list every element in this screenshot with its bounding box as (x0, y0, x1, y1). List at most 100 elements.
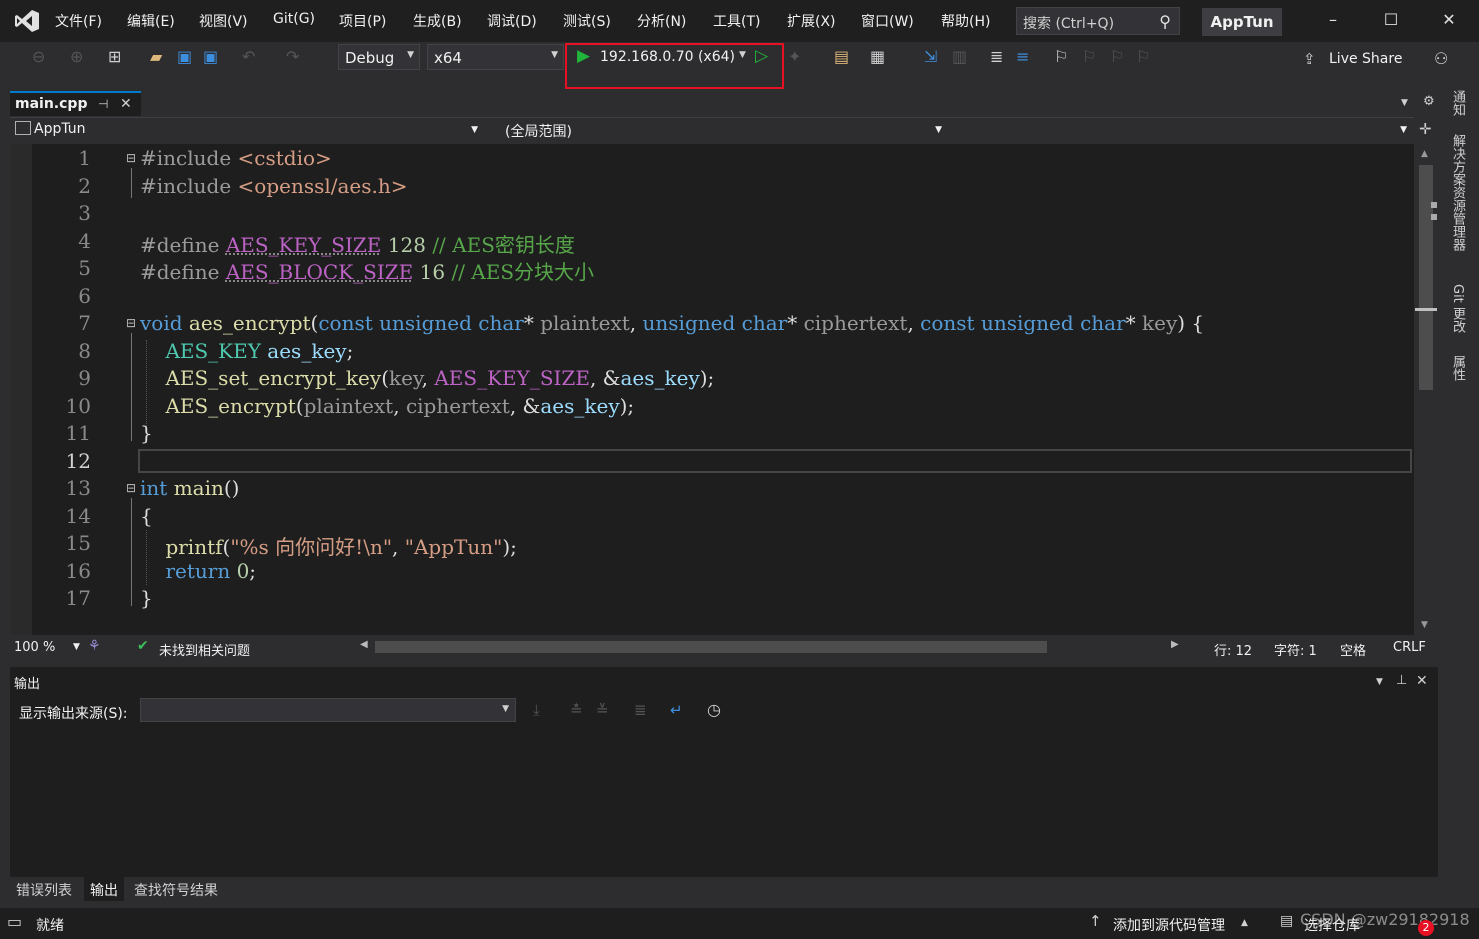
open-folder-icon[interactable]: ▰ (150, 47, 162, 66)
new-item-icon[interactable]: ⊞ (108, 47, 121, 66)
undo-icon[interactable]: ↶ (242, 47, 255, 66)
scroll-right-icon[interactable]: ▶ (1171, 639, 1179, 650)
rail-tab-git-changes[interactable]: Git 更改 (1448, 284, 1467, 333)
platform-dropdown[interactable]: x64 ▼ (427, 44, 564, 70)
menu-git[interactable]: Git(G) (273, 11, 315, 27)
menu-build[interactable]: 生成(B) (413, 11, 462, 31)
chevron-down-icon[interactable]: ▼ (73, 642, 80, 652)
tab-list-icon[interactable]: ▼ (1401, 98, 1408, 108)
rail-tab-notifications[interactable]: 通知 (1448, 90, 1467, 116)
chevron-down-icon[interactable]: ▼ (1376, 677, 1383, 687)
search-input[interactable]: 搜索 (Ctrl+Q) ⚲ (1016, 7, 1180, 35)
output-window-icon[interactable]: ▭ (7, 912, 22, 931)
minimize-icon[interactable]: – (1323, 10, 1343, 29)
clock-icon[interactable]: ◷ (707, 700, 721, 719)
menu-debug[interactable]: 调试(D) (487, 11, 537, 31)
add-to-source-control-button[interactable]: 添加到源代码管理 (1113, 915, 1225, 935)
comment-icon[interactable]: ≣ (990, 47, 1003, 66)
prev-message-icon[interactable]: ≛ (570, 701, 583, 719)
repository-icon[interactable]: ▤ (1280, 913, 1293, 929)
menu-bar: 文件(F) 编辑(E) 视图(V) Git(G) 项目(P) 生成(B) 调试(… (0, 0, 1479, 42)
layout-icon[interactable]: ▦ (870, 47, 885, 66)
gear-icon[interactable]: ⚙ (1423, 94, 1435, 109)
live-share-button[interactable]: Live Share (1329, 51, 1402, 67)
rail-tab-properties[interactable]: 属性 (1448, 355, 1467, 381)
scroll-up-icon[interactable]: ▲ (1421, 149, 1428, 159)
start-without-debugging-icon[interactable]: ▷ (755, 46, 768, 66)
char-indicator[interactable]: 字符: 1 (1274, 640, 1317, 659)
menu-help[interactable]: 帮助(H) (941, 11, 990, 31)
menu-extensions[interactable]: 扩展(X) (787, 11, 836, 31)
line-number: 6 (78, 284, 91, 308)
zoom-level[interactable]: 100 % (14, 640, 55, 655)
chevron-down-icon: ▼ (407, 50, 414, 60)
redo-icon[interactable]: ↷ (286, 47, 299, 66)
clear-bookmarks-icon[interactable]: ⚐ (1136, 47, 1150, 66)
save-icon[interactable]: ▣ (177, 47, 192, 66)
pin-icon[interactable]: ⊣ (98, 97, 108, 111)
find-message-icon[interactable]: ⤓ (533, 701, 540, 719)
tab-main-cpp[interactable]: main.cpp ⊣ ✕ (10, 91, 141, 116)
tab-find-symbol-results[interactable]: 查找符号结果 (134, 880, 218, 900)
menu-test[interactable]: 测试(S) (563, 11, 611, 31)
menu-tools[interactable]: 工具(T) (713, 11, 760, 31)
line-ending-indicator[interactable]: CRLF (1393, 640, 1426, 655)
bookmark-icon[interactable]: ⚐ (1054, 47, 1068, 66)
menu-file[interactable]: 文件(F) (55, 11, 102, 31)
code-line: { (140, 504, 153, 528)
clear-all-icon[interactable]: ≣ (634, 701, 647, 719)
account-icon[interactable]: ⚇ (1434, 49, 1448, 68)
menu-analyze[interactable]: 分析(N) (637, 11, 686, 31)
chevron-down-icon[interactable]: ▼ (739, 50, 746, 60)
format-icon[interactable]: ▥ (952, 47, 967, 66)
close-icon[interactable]: ✕ (1439, 10, 1459, 29)
rail-tab-solution-explorer[interactable]: 解决方案资源管理器 (1448, 134, 1467, 251)
search-placeholder: 搜索 (Ctrl+Q) (1023, 16, 1115, 32)
collapse-icon[interactable]: ⊟ (126, 481, 136, 495)
arrow-up-icon[interactable]: ↑ (1089, 912, 1102, 930)
configuration-dropdown[interactable]: Debug ▼ (338, 44, 420, 70)
collapse-icon[interactable]: ⊟ (126, 151, 136, 165)
close-tab-icon[interactable]: ✕ (120, 96, 132, 112)
line-indicator[interactable]: 行: 12 (1214, 640, 1252, 659)
next-bookmark-icon[interactable]: ⚐ (1110, 47, 1124, 66)
close-icon[interactable]: ✕ (1416, 673, 1428, 689)
issues-status[interactable]: 未找到相关问题 (159, 640, 250, 659)
prev-bookmark-icon[interactable]: ⚐ (1082, 47, 1096, 66)
member-dropdown[interactable]: ▼ (950, 121, 1407, 142)
menu-window[interactable]: 窗口(W) (861, 11, 914, 31)
whitespace-indicator[interactable]: 空格 (1340, 640, 1366, 659)
menu-project[interactable]: 项目(P) (339, 11, 386, 31)
tab-title: main.cpp (15, 96, 88, 112)
chevron-up-icon[interactable]: ▲ (1241, 918, 1248, 928)
tab-error-list[interactable]: 错误列表 (16, 880, 72, 900)
hot-reload-icon[interactable]: ✦ (788, 47, 801, 66)
output-source-dropdown[interactable]: ▼ (140, 698, 516, 722)
intellicode-icon[interactable]: ⚘ (88, 638, 101, 654)
uncomment-icon[interactable]: ≡ (1016, 47, 1029, 66)
menu-edit[interactable]: 编辑(E) (127, 11, 175, 31)
start-debugging-icon[interactable]: ▶ (577, 46, 590, 66)
scope-dropdown[interactable]: (全局范围) ▼ (505, 121, 942, 142)
menu-view[interactable]: 视图(V) (199, 11, 248, 31)
save-all-icon[interactable]: ▣ (203, 47, 218, 66)
word-wrap-icon[interactable]: ↵ (670, 701, 683, 719)
solution-explorer-icon[interactable]: ▤ (834, 47, 849, 66)
live-share-icon[interactable]: ⇪ (1303, 50, 1316, 68)
run-target-button[interactable]: 192.168.0.70 (x64) (600, 49, 735, 65)
scroll-down-icon[interactable]: ▼ (1421, 620, 1428, 630)
tab-output[interactable]: 输出 (84, 877, 124, 901)
horizontal-scrollbar-thumb[interactable] (375, 641, 1047, 653)
scrollbar-thumb[interactable] (1419, 165, 1433, 390)
pin-icon[interactable]: ⊥ (1396, 673, 1407, 688)
notification-badge[interactable]: 2 (1418, 920, 1434, 936)
next-message-icon[interactable]: ≚ (596, 701, 609, 719)
scroll-left-icon[interactable]: ◀ (360, 639, 368, 650)
collapse-icon[interactable]: ⊟ (126, 316, 136, 330)
back-icon[interactable]: ⊖ (32, 47, 45, 66)
forward-icon[interactable]: ⊕ (70, 47, 83, 66)
step-icon[interactable]: ⇲ (924, 47, 937, 66)
project-dropdown[interactable]: AppTun ▼ (15, 121, 478, 142)
split-icon[interactable]: ✛ (1419, 120, 1432, 138)
maximize-icon[interactable]: ☐ (1381, 10, 1401, 29)
